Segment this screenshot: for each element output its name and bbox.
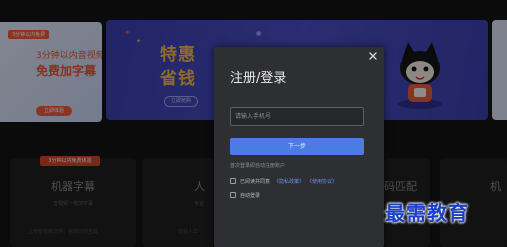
next-step-button[interactable]: 下一步: [230, 138, 364, 155]
phone-input[interactable]: [230, 107, 364, 126]
auto-login-row: 自动登录: [230, 191, 264, 199]
agreement-row: 已阅读并同意 《隐私政策》 《使用协议》: [230, 177, 340, 185]
modal-title: 注册/登录: [230, 71, 287, 86]
agree-label: 已阅读并同意: [240, 178, 271, 185]
register-hint: 首次登录即自动注册账户: [230, 163, 286, 169]
terms-of-use-link[interactable]: 《使用协议》: [307, 178, 337, 185]
auto-login-label: 自动登录: [240, 192, 261, 199]
agree-checkbox[interactable]: [230, 178, 236, 184]
close-icon[interactable]: [367, 50, 379, 62]
auto-login-checkbox[interactable]: [230, 192, 236, 198]
privacy-policy-link[interactable]: 《隐私政策》: [274, 178, 304, 185]
watermark-logo: 最需教育: [385, 201, 469, 225]
